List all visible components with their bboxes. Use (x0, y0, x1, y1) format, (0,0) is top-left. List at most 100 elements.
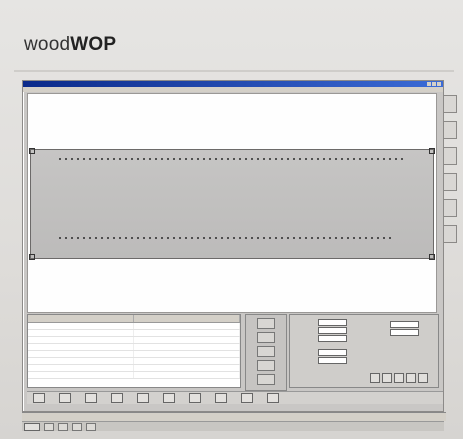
tool-button[interactable] (257, 346, 275, 357)
tool-button[interactable] (370, 373, 380, 383)
maximize-button[interactable] (432, 82, 436, 86)
field-input[interactable] (390, 321, 419, 328)
properties-form (289, 314, 439, 388)
drill-hole (251, 158, 253, 160)
drill-hole (401, 158, 403, 160)
drill-hole (185, 158, 187, 160)
table-row[interactable] (28, 337, 240, 344)
field-input[interactable] (318, 319, 347, 326)
table-cell (134, 372, 240, 378)
tool-button[interactable] (443, 173, 457, 191)
drill-hole (305, 237, 307, 239)
drill-hole (209, 158, 211, 160)
drill-hole (71, 237, 73, 239)
drill-hole (209, 237, 211, 239)
minimize-button[interactable] (427, 82, 431, 86)
drill-hole (383, 237, 385, 239)
drill-hole (143, 158, 145, 160)
drill-hole (227, 237, 229, 239)
drill-hole (269, 158, 271, 160)
table-row[interactable] (28, 351, 240, 358)
parameter-table[interactable] (27, 314, 241, 388)
tool-button[interactable] (257, 318, 275, 329)
table-cell (134, 337, 240, 343)
table-cell (134, 344, 240, 350)
tool-button[interactable] (443, 147, 457, 165)
form-field (298, 335, 347, 342)
window-controls (427, 82, 441, 86)
field-input[interactable] (318, 357, 347, 364)
field-input[interactable] (318, 349, 347, 356)
tool-button[interactable] (137, 393, 149, 403)
tool-button[interactable] (443, 199, 457, 217)
drill-hole (83, 158, 85, 160)
table-row[interactable] (28, 330, 240, 337)
taskbar-item[interactable] (86, 422, 96, 431)
table-row[interactable] (28, 344, 240, 351)
tool-button[interactable] (85, 393, 97, 403)
drill-hole (365, 158, 367, 160)
taskbar-item[interactable] (72, 422, 82, 431)
taskbar-item[interactable] (58, 422, 68, 431)
field-input[interactable] (390, 329, 419, 336)
drill-hole (161, 158, 163, 160)
tool-button[interactable] (257, 332, 275, 343)
drill-hole (263, 237, 265, 239)
drill-hole (239, 158, 241, 160)
table-row[interactable] (28, 323, 240, 330)
menu-bar[interactable] (23, 87, 443, 92)
drill-hole (317, 158, 319, 160)
tool-button[interactable] (257, 374, 275, 385)
drill-hole (233, 158, 235, 160)
tool-button[interactable] (418, 373, 428, 383)
drill-hole (341, 237, 343, 239)
drill-hole (167, 158, 169, 160)
tool-button[interactable] (33, 393, 45, 403)
drill-hole (329, 158, 331, 160)
drill-hole (167, 237, 169, 239)
drill-hole (323, 237, 325, 239)
form-field (298, 319, 347, 326)
tool-button[interactable] (59, 393, 71, 403)
tool-button[interactable] (257, 360, 275, 371)
tool-button[interactable] (267, 393, 279, 403)
table-row[interactable] (28, 365, 240, 372)
start-button[interactable] (24, 422, 40, 431)
tool-button[interactable] (241, 393, 253, 403)
field-input[interactable] (318, 335, 347, 342)
table-row[interactable] (28, 358, 240, 365)
drill-hole (215, 158, 217, 160)
drill-hole (161, 237, 163, 239)
drill-hole (101, 237, 103, 239)
tool-button[interactable] (406, 373, 416, 383)
field-input[interactable] (318, 327, 347, 334)
tool-button[interactable] (215, 393, 227, 403)
taskbar (22, 421, 444, 431)
column-header (134, 315, 240, 322)
drill-hole (353, 158, 355, 160)
drill-hole (299, 158, 301, 160)
tool-button[interactable] (163, 393, 175, 403)
tool-button[interactable] (443, 95, 457, 113)
drawing-canvas[interactable] (27, 93, 437, 313)
taskbar-item[interactable] (44, 422, 54, 431)
tool-button[interactable] (443, 225, 457, 243)
table-row[interactable] (28, 372, 240, 379)
workpiece-panel[interactable] (29, 148, 435, 260)
drill-hole (269, 237, 271, 239)
brand-logo: woodWOP (24, 34, 116, 56)
tool-button[interactable] (394, 373, 404, 383)
tool-button[interactable] (382, 373, 392, 383)
drill-hole (293, 237, 295, 239)
form-buttons (370, 373, 428, 383)
drill-hole (185, 237, 187, 239)
close-button[interactable] (437, 82, 441, 86)
drill-hole (287, 237, 289, 239)
drill-hole (395, 158, 397, 160)
tool-button[interactable] (189, 393, 201, 403)
tool-button[interactable] (443, 121, 457, 139)
brand-suffix: WOP (70, 34, 117, 55)
drill-hole-row-top (59, 158, 403, 160)
drill-hole (155, 237, 157, 239)
tool-button[interactable] (111, 393, 123, 403)
